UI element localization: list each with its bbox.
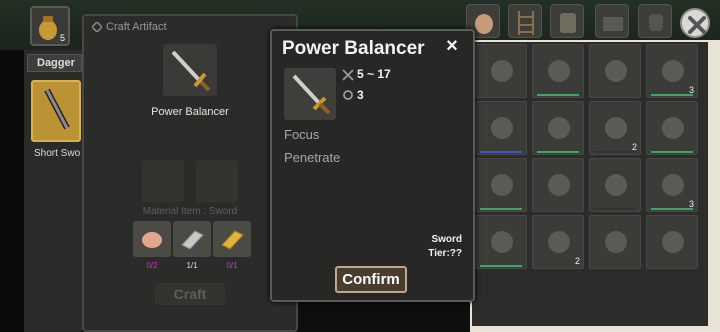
hud-item-count: 5 <box>59 33 65 43</box>
empty-slot <box>142 160 184 202</box>
diamond-icon <box>92 22 102 32</box>
confirm-button[interactable]: Confirm <box>335 266 407 293</box>
material-slot-gold[interactable] <box>213 221 251 257</box>
tab-dagger[interactable]: Dagger <box>27 54 82 72</box>
inventory-cell[interactable] <box>475 101 527 155</box>
close-icon <box>688 16 706 34</box>
backpack-icon <box>560 13 576 33</box>
craft-button[interactable]: Craft <box>155 283 225 305</box>
popup-close-button[interactable]: × <box>443 36 461 56</box>
popup-item-thumb <box>284 68 336 120</box>
inventory-cell[interactable] <box>589 44 641 98</box>
close-inventory-button[interactable] <box>680 8 710 38</box>
inventory-cell[interactable]: 3 <box>646 158 698 212</box>
chest-icon <box>603 17 623 31</box>
item-icon <box>491 231 513 253</box>
material-count: 1/1 <box>186 261 198 270</box>
inventory-cell[interactable] <box>589 158 641 212</box>
inventory-cell[interactable] <box>475 44 527 98</box>
damage-stat: 5 ~ 17 <box>357 67 391 81</box>
sword-icon <box>171 50 211 92</box>
tab-other[interactable] <box>638 4 672 38</box>
gold-ingot-icon <box>221 230 244 250</box>
durability-bar <box>594 208 636 210</box>
item-icon <box>491 60 513 82</box>
short-sword-icon <box>44 88 70 130</box>
crossed-swords-icon <box>342 69 354 81</box>
item-icon <box>491 174 513 196</box>
craft-panel-title: Craft Artifact <box>106 21 167 33</box>
durability-bar <box>537 94 579 96</box>
durability-bar <box>480 208 522 210</box>
durability-bar <box>651 94 693 96</box>
inventory-cell[interactable] <box>532 44 584 98</box>
item-icon <box>605 231 627 253</box>
tab-craft[interactable] <box>508 4 542 38</box>
crafted-item-name: Power Balancer <box>151 106 229 118</box>
item-icon <box>548 174 570 196</box>
inventory-cell[interactable] <box>475 215 527 269</box>
empty-slot <box>196 160 238 202</box>
short-sword-item[interactable] <box>31 80 81 142</box>
inventory-cell[interactable]: 2 <box>589 101 641 155</box>
durability-bar <box>480 265 522 267</box>
material-slot-silver[interactable] <box>173 221 211 257</box>
inventory-cell[interactable] <box>475 158 527 212</box>
item-icon <box>662 117 684 139</box>
inventory-cell[interactable]: 2 <box>532 215 584 269</box>
silver-ingot-icon <box>181 230 204 250</box>
item-icon <box>605 60 627 82</box>
tab-storage[interactable] <box>595 4 629 38</box>
inventory-cell[interactable] <box>646 215 698 269</box>
material-count: 0/2 <box>146 261 158 270</box>
durability-bar <box>594 151 636 153</box>
item-type: Sword <box>431 234 462 245</box>
durability-bar <box>537 151 579 153</box>
trait-focus: Focus <box>284 127 320 142</box>
crafted-item-slot <box>163 44 217 96</box>
tab-backpack[interactable] <box>550 4 584 38</box>
durability-bar <box>480 151 522 153</box>
item-icon <box>548 60 570 82</box>
hud-item-slot[interactable]: 5 <box>30 6 70 46</box>
inventory-cell[interactable] <box>646 101 698 155</box>
item-icon <box>605 174 627 196</box>
level-stat: 3 <box>357 88 364 102</box>
material-count: 0/1 <box>226 261 238 270</box>
item-tier: Tier:?? <box>428 248 462 259</box>
material-slot-ore[interactable] <box>133 221 171 257</box>
glove-icon <box>649 14 663 31</box>
item-quantity: 2 <box>574 256 580 266</box>
pink-ore-icon <box>142 232 162 248</box>
inventory-cell[interactable] <box>532 101 584 155</box>
durability-bar <box>651 208 693 210</box>
inventory-cell[interactable] <box>532 158 584 212</box>
trait-penetrate: Penetrate <box>284 150 341 165</box>
inventory-cell[interactable] <box>589 215 641 269</box>
item-icon <box>491 117 513 139</box>
sword-icon <box>292 74 331 115</box>
material-caption: Material Item : Sword <box>142 206 238 217</box>
short-sword-label: Short Swo <box>34 148 80 159</box>
gear-icon <box>343 90 353 100</box>
durability-bar <box>651 151 693 153</box>
ladder-icon <box>518 11 534 35</box>
item-icon <box>548 117 570 139</box>
popup-title: Power Balancer <box>282 38 425 59</box>
inventory-cell[interactable]: 3 <box>646 44 698 98</box>
item-icon <box>662 231 684 253</box>
